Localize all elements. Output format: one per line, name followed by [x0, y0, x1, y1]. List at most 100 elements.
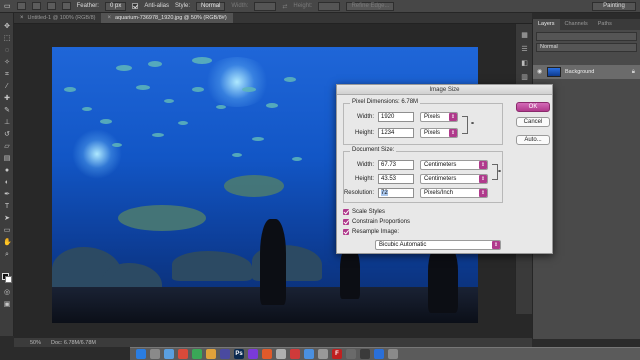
hand-tool-icon[interactable]: ✋ — [3, 239, 12, 247]
app-icon[interactable] — [220, 349, 230, 359]
type-tool-icon[interactable]: T — [3, 203, 11, 211]
healing-tool-icon[interactable]: ✚ — [3, 95, 11, 103]
properties-panel-icon[interactable]: ☰ — [520, 46, 529, 54]
layer-filter-select[interactable] — [536, 32, 637, 41]
app-icon[interactable] — [178, 349, 188, 359]
resolution-unit-select[interactable]: Pixels/Inch ⇕ — [420, 188, 488, 198]
close-icon[interactable]: × — [107, 15, 111, 21]
feather-input[interactable]: 0 px — [104, 1, 127, 11]
pixel-height-label: Height: — [354, 130, 374, 136]
unit-label: Centimeters — [424, 176, 457, 182]
tab-channels[interactable]: Channels — [560, 19, 593, 30]
ok-button[interactable]: OK — [516, 102, 550, 112]
doc-width-input[interactable]: 67.73 — [378, 160, 414, 170]
fish — [266, 103, 278, 108]
eyedropper-tool-icon[interactable]: ⁄ — [3, 83, 11, 91]
options-bar: ▭ Feather: 0 px Anti-alias Style: Normal… — [0, 0, 640, 13]
dodge-tool-icon[interactable]: ◐ — [3, 179, 11, 187]
pixel-width-unit-select[interactable]: Pixels ⇕ — [420, 112, 458, 122]
swap-icon[interactable]: ⇄ — [282, 3, 287, 10]
blend-mode-select[interactable]: Normal — [536, 43, 637, 52]
pixel-height-input[interactable]: 1234 — [378, 128, 414, 138]
marquee-tool-icon[interactable]: ▭ — [4, 2, 11, 10]
background-color-swatch[interactable] — [5, 276, 12, 283]
auto-button[interactable]: Auto... — [516, 135, 550, 145]
tab-untitled[interactable]: × Untitled-1 @ 100% (RGB/8) — [14, 13, 101, 23]
style-select[interactable]: Normal — [196, 1, 226, 11]
scale-styles-option[interactable]: Scale Styles — [343, 209, 385, 215]
zoom-tool-icon[interactable]: ⌕ — [3, 251, 11, 259]
app-icon[interactable] — [318, 349, 328, 359]
trash-icon[interactable] — [388, 349, 398, 359]
width-input[interactable] — [254, 1, 277, 11]
antialias-checkbox[interactable] — [132, 3, 139, 9]
resolution-input[interactable]: 72 — [378, 188, 414, 198]
history-panel-icon[interactable]: ▦ — [520, 32, 529, 40]
resample-image-checkbox[interactable] — [343, 229, 349, 235]
move-tool-icon[interactable]: ✥ — [3, 23, 11, 31]
filezilla-icon[interactable]: F — [332, 349, 342, 359]
zoom-level[interactable]: 50% — [30, 340, 41, 346]
fish — [136, 85, 150, 90]
swatches-panel-icon[interactable]: ▥ — [520, 74, 529, 82]
app-icon[interactable] — [248, 349, 258, 359]
chrome-icon[interactable] — [192, 349, 202, 359]
photos-icon[interactable] — [206, 349, 216, 359]
safari-icon[interactable] — [136, 349, 146, 359]
mail-icon[interactable] — [164, 349, 174, 359]
app-icon[interactable] — [290, 349, 300, 359]
crop-tool-icon[interactable]: ⌗ — [3, 71, 11, 79]
eye-icon[interactable]: ◉ — [537, 69, 543, 75]
quick-mask-icon[interactable]: ◎ — [3, 289, 11, 297]
tab-aquarium[interactable]: × aquarium-736978_1920.jpg @ 50% (RGB/8#… — [101, 13, 233, 23]
desktop-strip — [0, 347, 130, 360]
doc-height-input[interactable]: 43.53 — [378, 174, 414, 184]
path-selection-tool-icon[interactable]: ➤ — [3, 215, 11, 223]
shape-tool-icon[interactable]: ▭ — [3, 227, 11, 235]
scale-styles-checkbox[interactable] — [343, 209, 349, 215]
photoshop-icon[interactable]: Ps — [234, 349, 244, 359]
tab-layers[interactable]: Layers — [533, 19, 560, 30]
refine-edge-button[interactable]: Refine Edge... — [346, 1, 395, 11]
pixel-dimensions-label: Pixel Dimensions: — [352, 99, 400, 105]
app-icon[interactable] — [360, 349, 370, 359]
fish — [100, 119, 112, 124]
add-selection-button[interactable] — [31, 2, 41, 10]
doc-height-unit-select[interactable]: Centimeters ⇕ — [420, 174, 488, 184]
tab-paths[interactable]: Paths — [593, 19, 617, 30]
pixel-width-input[interactable]: 1920 — [378, 112, 414, 122]
blur-tool-icon[interactable]: ● — [3, 167, 11, 175]
app-icon[interactable] — [374, 349, 384, 359]
resample-image-option[interactable]: Resample Image: — [343, 229, 399, 235]
resample-method-select[interactable]: Bicubic Automatic ⇕ — [375, 240, 501, 250]
fish — [232, 153, 242, 157]
gradient-tool-icon[interactable]: ▤ — [3, 155, 11, 163]
new-selection-button[interactable] — [16, 2, 26, 10]
color-panel-icon[interactable]: ◧ — [520, 60, 529, 68]
launchpad-icon[interactable] — [150, 349, 160, 359]
layer-row-background[interactable]: ◉ Background 🔒︎ — [533, 65, 640, 79]
app-icon[interactable] — [346, 349, 356, 359]
stamp-tool-icon[interactable]: ⊥ — [3, 119, 11, 127]
eraser-tool-icon[interactable]: ▱ — [3, 143, 11, 151]
workspace-select[interactable]: Painting — [592, 1, 636, 11]
pen-tool-icon[interactable]: ✒ — [3, 191, 11, 199]
magic-wand-tool-icon[interactable]: ✧ — [3, 59, 11, 67]
app-icon[interactable] — [262, 349, 272, 359]
intersect-selection-button[interactable] — [61, 2, 71, 10]
brush-tool-icon[interactable]: ✎ — [3, 107, 11, 115]
history-brush-tool-icon[interactable]: ↺ — [3, 131, 11, 139]
height-input[interactable] — [318, 1, 341, 11]
lasso-tool-icon[interactable]: ◌ — [3, 47, 11, 55]
doc-width-unit-select[interactable]: Centimeters ⇕ — [420, 160, 488, 170]
screen-mode-icon[interactable]: ▣ — [3, 301, 11, 309]
pixel-height-unit-select[interactable]: Pixels ⇕ — [420, 128, 458, 138]
app-icon[interactable] — [304, 349, 314, 359]
cancel-button[interactable]: Cancel — [516, 117, 550, 127]
constrain-proportions-checkbox[interactable] — [343, 219, 349, 225]
app-icon[interactable] — [276, 349, 286, 359]
subtract-selection-button[interactable] — [46, 2, 56, 10]
marquee-tool-icon[interactable]: ⬚ — [3, 35, 11, 43]
close-icon[interactable]: × — [20, 15, 24, 21]
constrain-proportions-option[interactable]: Constrain Proportions — [343, 219, 410, 225]
